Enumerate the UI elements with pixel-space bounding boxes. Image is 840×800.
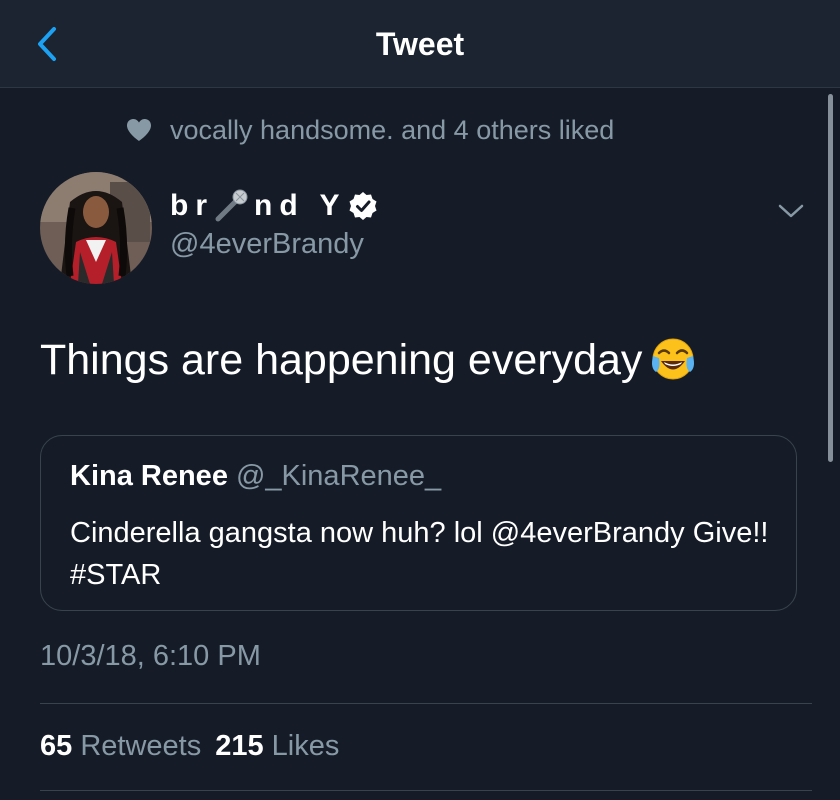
tweet-stats: 65 Retweets 215 Likes	[40, 730, 353, 763]
likes-stat[interactable]: 215 Likes	[215, 730, 339, 762]
page-title: Tweet	[375, 26, 465, 62]
social-context[interactable]: vocally handsome. and 4 others liked	[126, 112, 614, 148]
quoted-author-handle: @_KinaRenee_	[235, 460, 442, 492]
quoted-author-name: Kina Renee	[70, 460, 228, 492]
tweet-options-button[interactable]	[776, 198, 806, 222]
retweets-label: Retweets	[80, 730, 202, 762]
quoted-tweet-header: Kina Renee @_KinaRenee_	[70, 460, 441, 493]
divider	[40, 703, 812, 704]
likes-label: Likes	[271, 730, 340, 762]
navigation-bar: Tweet	[0, 0, 840, 88]
avatar[interactable]	[40, 172, 152, 284]
heart-icon	[127, 119, 151, 141]
divider	[40, 790, 812, 791]
tweet-timestamp: 10/3/18, 6:10 PM	[40, 640, 261, 672]
quoted-tweet-text: Cinderella gangsta now huh? lol @4everBr…	[70, 517, 769, 591]
retweets-stat[interactable]: 65 Retweets	[40, 730, 201, 762]
microphone-icon	[215, 189, 248, 222]
tweet-text: Things are happening everyday	[40, 336, 643, 384]
verified-badge-icon	[349, 192, 377, 220]
laughing-crying-emoji-icon	[652, 338, 695, 380]
author-username[interactable]: @4everBrandy	[170, 228, 364, 261]
tweet-detail-screen: Tweet vocally handsome. and 4 others lik…	[0, 0, 840, 800]
likes-count: 215	[215, 730, 264, 762]
chevron-down-icon	[778, 204, 804, 218]
retweets-count: 65	[40, 730, 73, 762]
tweet-body: Things are happening everyday	[40, 334, 696, 386]
social-context-text: vocally handsome. and 4 others liked	[170, 114, 615, 145]
author-display-name-suffix: nd Y	[254, 189, 347, 222]
avatar-photo	[40, 172, 152, 284]
author-name-row[interactable]: br nd Y	[170, 186, 378, 226]
scrollbar[interactable]	[828, 94, 833, 462]
quoted-tweet-card[interactable]: Kina Renee @_KinaRenee_ Cinderella gangst…	[40, 435, 797, 611]
author-display-name: br	[170, 189, 214, 222]
